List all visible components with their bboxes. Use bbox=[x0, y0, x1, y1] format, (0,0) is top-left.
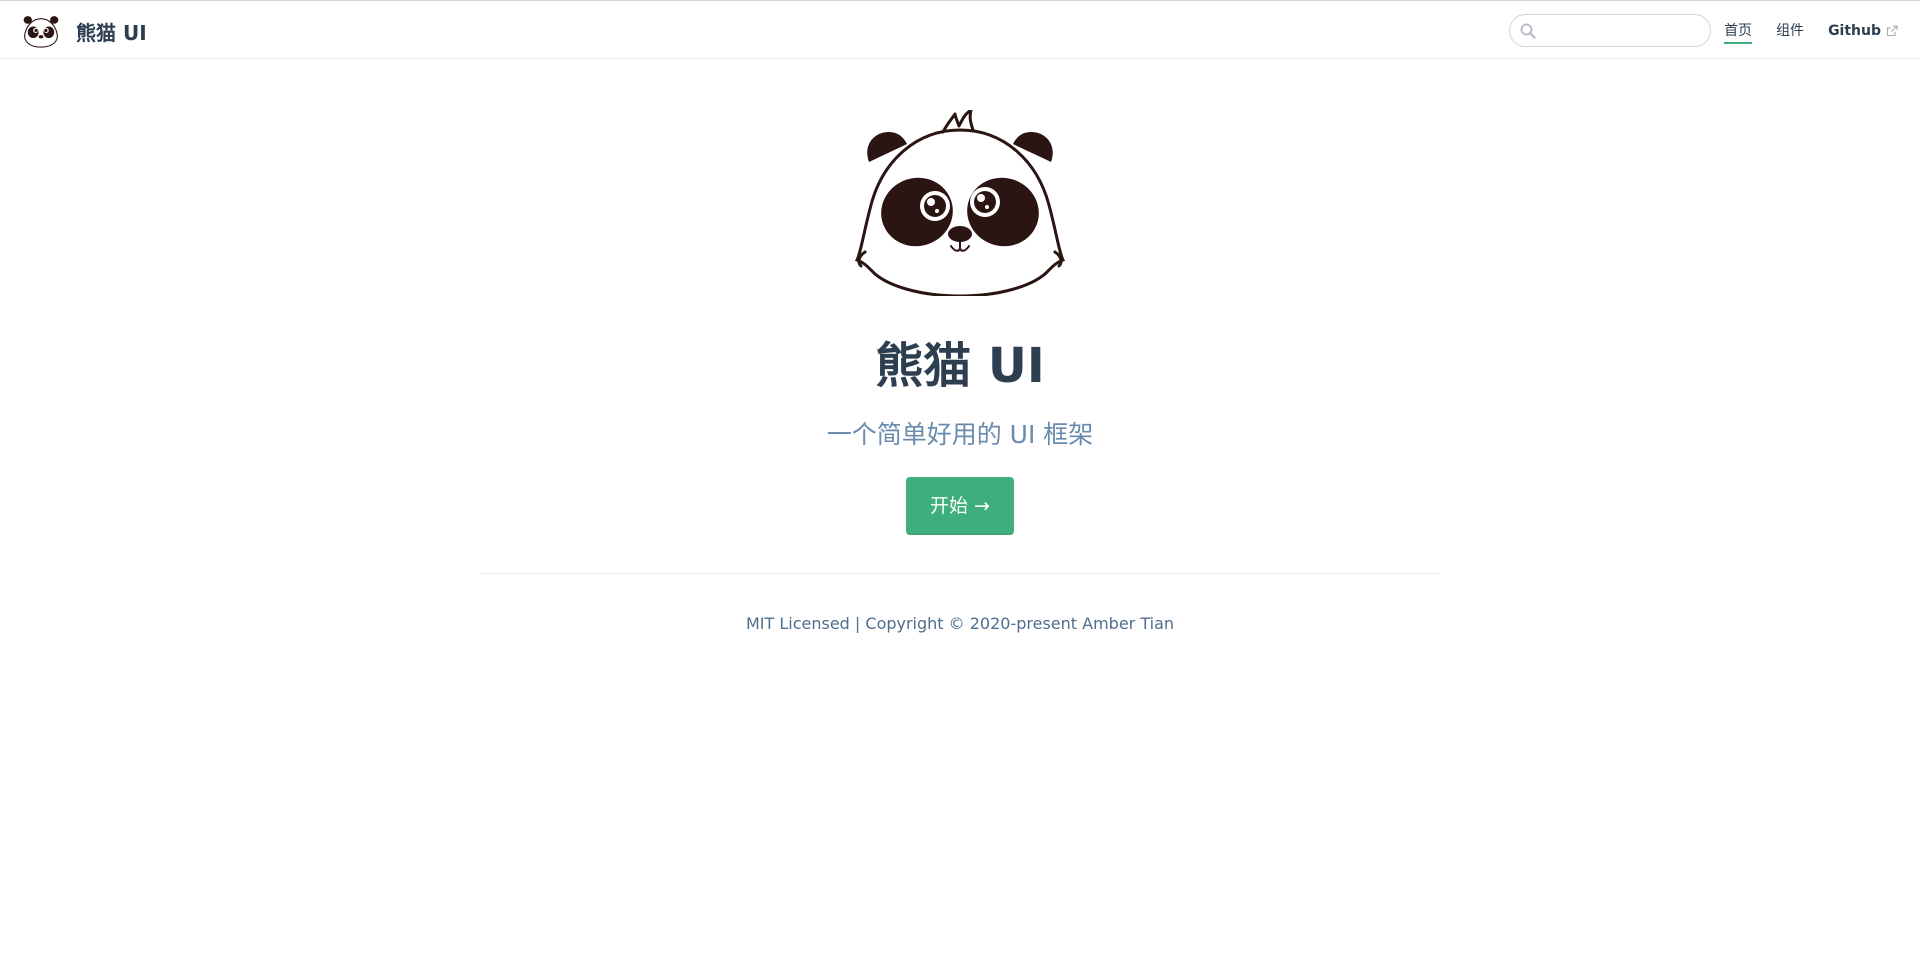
footer-divider bbox=[480, 573, 1440, 574]
footer: MIT Licensed | Copyright © 2020-present … bbox=[0, 614, 1920, 633]
home-link[interactable]: 熊猫 UI bbox=[22, 13, 147, 49]
search-box[interactable] bbox=[1509, 14, 1711, 48]
nav-link-github[interactable]: Github bbox=[1828, 18, 1898, 44]
search-input[interactable] bbox=[1540, 15, 1704, 48]
nav-link-github-label: Github bbox=[1828, 23, 1881, 39]
nav-links: 首页 组件 Github bbox=[1724, 2, 1898, 60]
nav-link-home[interactable]: 首页 bbox=[1724, 18, 1753, 44]
navbar: 熊猫 UI 首页 组件 Github bbox=[0, 1, 1920, 59]
panda-face-icon bbox=[855, 110, 1065, 296]
nav-link-components[interactable]: 组件 bbox=[1776, 18, 1804, 44]
hero: 熊猫 UI 一个简单好用的 UI 框架 开始 → bbox=[0, 110, 1920, 535]
footer-text: MIT Licensed | Copyright © 2020-present … bbox=[745, 614, 1175, 633]
panda-logo-icon bbox=[23, 16, 59, 48]
get-started-button[interactable]: 开始 → bbox=[906, 477, 1014, 535]
hero-title: 熊猫 UI bbox=[875, 338, 1045, 394]
external-link-icon bbox=[1886, 25, 1898, 37]
site-title: 熊猫 UI bbox=[76, 20, 147, 45]
hero-tagline: 一个简单好用的 UI 框架 bbox=[826, 420, 1094, 449]
search-icon bbox=[1520, 23, 1536, 39]
